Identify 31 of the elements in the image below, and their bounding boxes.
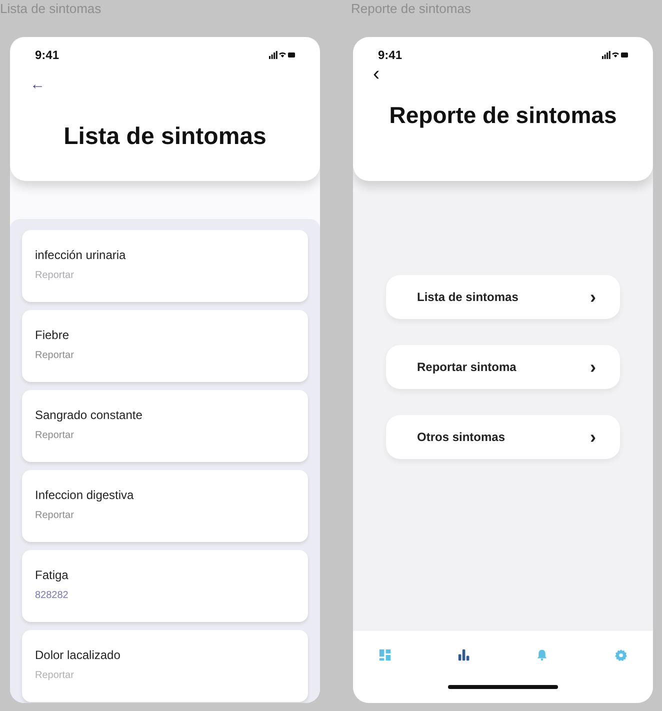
chevron-icon: › (590, 286, 596, 308)
status-icons (602, 51, 628, 59)
symptom-name: Fiebre (35, 328, 70, 342)
symptom-card[interactable]: Sangrado constante Reportar (22, 390, 308, 462)
chevron-icon: › (590, 356, 596, 378)
settings-icon[interactable] (614, 649, 627, 661)
screen-title: Reporte de sintomas (388, 102, 618, 129)
bar-chart-icon[interactable] (458, 649, 470, 661)
status-icons (269, 51, 295, 59)
symptom-name: Infeccion digestiva (35, 488, 135, 502)
menu-button[interactable]: Otros sintomas › (386, 415, 620, 459)
symptom-card[interactable]: Infeccion digestiva Reportar (22, 470, 308, 542)
symptom-name: Dolor lacalizado (35, 648, 122, 662)
bell-icon[interactable] (536, 649, 548, 661)
menu-button[interactable]: Reportar sintoma › (386, 345, 620, 389)
dashboard-icon[interactable] (379, 649, 391, 661)
menu-button[interactable]: Lista de sintomas › (386, 275, 620, 319)
symptom-name: Fatiga (35, 568, 70, 582)
status-time: 9:41 (35, 48, 60, 62)
status-time: 9:41 (378, 48, 402, 62)
symptom-name: infección urinaria (35, 248, 127, 262)
symptom-card[interactable]: Dolor lacalizado Reportar (22, 630, 308, 702)
chevron-icon: › (590, 426, 596, 448)
symptom-card[interactable]: infección urinaria Reportar (22, 230, 308, 302)
symptom-card[interactable]: Fatiga 828282 (22, 550, 308, 622)
report-link[interactable]: 828282 (35, 590, 68, 601)
back-button[interactable]: ‹ (373, 66, 380, 82)
back-button[interactable]: ← (30, 76, 45, 93)
screen-title: Lista de sintomas (62, 123, 268, 151)
symptom-card[interactable]: Fiebre Reportar (22, 310, 308, 382)
symptom-name: Sangrado constante (35, 408, 144, 422)
